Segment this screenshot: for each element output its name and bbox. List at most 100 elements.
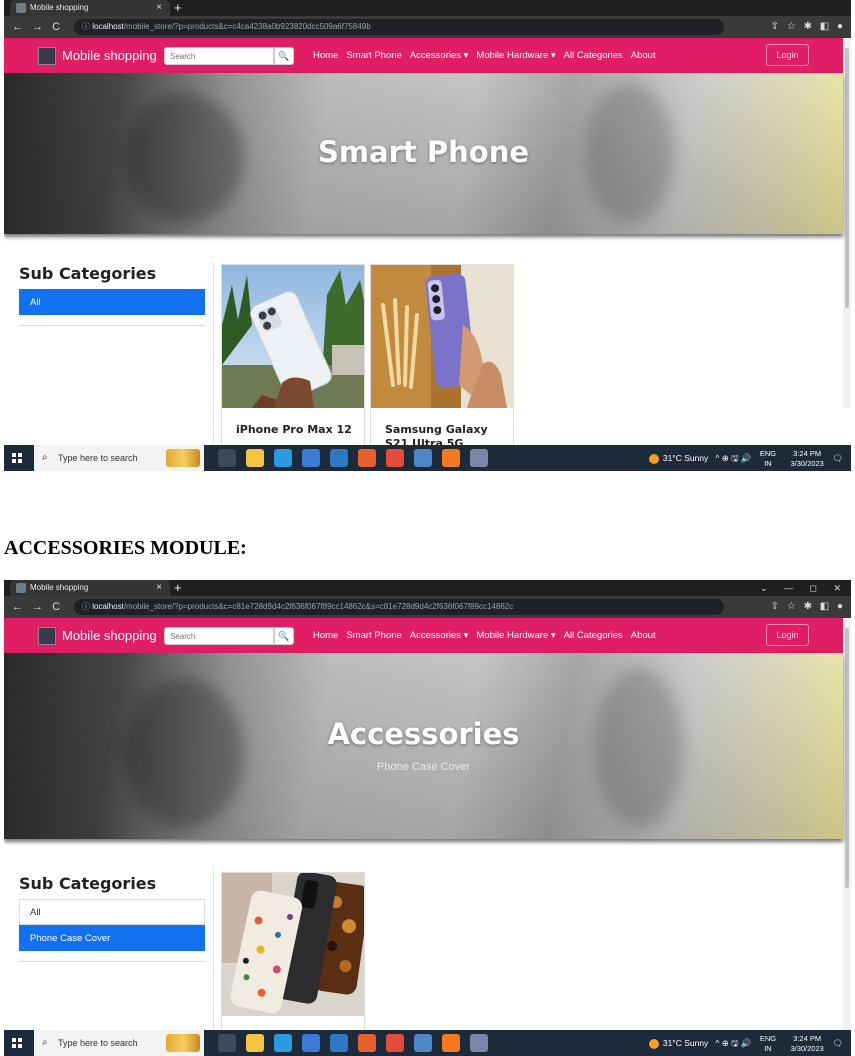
edge-icon[interactable] [274,1034,292,1052]
window-controls[interactable]: ⌄ — ◻ ✕ [760,580,841,596]
nav-about[interactable]: About [631,50,656,61]
clock[interactable]: 3:24 PM 3/30/2023 [790,449,823,469]
subcategory-all[interactable]: All [19,899,205,925]
tab-close-icon[interactable]: × [156,580,162,596]
taskbar-search-icon: ⌕ [42,452,48,463]
tray-icons[interactable]: ^ ⊕ 🖫 🔊 [715,1038,751,1048]
subcategory-all[interactable]: All [19,289,205,315]
taskbar-search[interactable]: ⌕ Type here to search [34,1030,204,1056]
clock[interactable]: 3:24 PM 3/30/2023 [790,1034,823,1054]
notification-icon[interactable]: 🗨 [832,1038,843,1048]
extension-icons[interactable]: ⇪ ☆ ✱ ◧ ● [771,596,843,618]
firefox-icon[interactable] [358,1034,376,1052]
tray-icons[interactable]: ^ ⊕ 🖫 🔊 [715,453,751,463]
weather-text[interactable]: 31°C Sunny [663,1038,708,1048]
xampp-icon[interactable] [442,1034,460,1052]
nav-all-categories[interactable]: All Categories [564,630,623,641]
module-heading: ACCESSORIES MODULE: [4,537,247,559]
column-divider [213,262,214,448]
page-scrollbar[interactable] [843,618,851,1030]
new-tab-button[interactable]: + [174,580,182,596]
subcategory-phone-case-cover[interactable]: Phone Case Cover [19,925,205,951]
chrome-profile-icon[interactable] [414,1034,432,1052]
nav-mobile-hardware[interactable]: Mobile Hardware ▾ [476,50,555,61]
chrome-profile-icon[interactable] [414,449,432,467]
chrome-icon[interactable] [386,449,404,467]
scrollbar-thumb[interactable] [845,628,849,888]
nav-smart-phone[interactable]: Smart Phone [346,50,401,61]
nav-buttons[interactable]: ← → C [12,16,60,38]
taskbar-apps [218,1034,488,1052]
notepad-icon[interactable] [470,1034,488,1052]
taskbar-apps [218,449,488,467]
nav-accessories[interactable]: Accessories ▾ [410,50,469,61]
product-card[interactable]: iPhone Pro Max 12 [221,264,365,454]
store-icon[interactable] [302,449,320,467]
task-view-icon[interactable] [218,449,236,467]
nav-mobile-hardware[interactable]: Mobile Hardware ▾ [476,630,555,641]
file-explorer-icon[interactable] [246,1034,264,1052]
extension-icons[interactable]: ⇪ ☆ ✱ ◧ ● [771,16,843,38]
edge-icon[interactable] [274,449,292,467]
favicon-icon [16,3,26,13]
address-bar: ← → C ⓘ localhost/mobile_store/?p=produc… [4,596,851,618]
nav-smart-phone[interactable]: Smart Phone [346,630,401,641]
brand[interactable]: Mobile shopping [38,626,157,646]
product-image-phone-cases[interactable] [222,873,364,1016]
url-field[interactable]: ⓘ localhost/mobile_store/?p=products&c=c… [74,599,724,615]
notepad-icon[interactable] [470,449,488,467]
notification-icon[interactable]: 🗨 [832,453,843,463]
scrollbar-thumb[interactable] [845,48,849,308]
page-scrollbar[interactable] [843,38,851,408]
nav-accessories[interactable]: Accessories ▾ [410,630,469,641]
new-tab-button[interactable]: + [174,0,182,16]
firefox-icon[interactable] [358,449,376,467]
search-button[interactable]: 🔍 [274,47,294,65]
search-input[interactable] [164,47,274,65]
search-button[interactable]: 🔍 [274,627,294,645]
nav-about[interactable]: About [631,630,656,641]
product-image-samsung[interactable] [371,265,513,408]
file-explorer-icon[interactable] [246,449,264,467]
nav-buttons[interactable]: ← → C [12,596,60,618]
language-indicator[interactable]: ENG IN [760,1034,776,1054]
tab-close-icon[interactable]: × [156,0,162,16]
mail-icon[interactable] [330,1034,348,1052]
search-input[interactable] [164,627,274,645]
login-button[interactable]: Login [766,624,809,646]
nav-all-categories[interactable]: All Categories [564,50,623,61]
system-tray: 31°C Sunny ^ ⊕ 🖫 🔊 ENG IN 3:24 PM 3/30/202… [648,445,843,471]
taskbar-search-placeholder: Type here to search [58,1038,138,1048]
windows-start-icon[interactable] [12,1038,22,1048]
brand-name: Mobile shopping [62,628,157,643]
sub-categories-title: Sub Categories [19,874,157,893]
url-field[interactable]: ⓘ localhost/mobile_store/?p=products&c=c… [74,19,724,35]
nav-links: Home Smart Phone Accessories ▾ Mobile Ha… [313,38,656,73]
language-indicator[interactable]: ENG IN [760,449,776,469]
brand-logo-icon [38,47,56,65]
search-highlight-icon [166,449,200,467]
product-card[interactable] [221,872,365,1032]
browser-tab[interactable]: Mobile shopping × [10,580,170,596]
weather-text[interactable]: 31°C Sunny [663,453,708,463]
mail-icon[interactable] [330,449,348,467]
windows-start-icon[interactable] [12,453,22,463]
product-card[interactable]: Samsung Galaxy S21 Ultra 5G [370,264,514,454]
windows-taskbar: ⌕ Type here to search 31°C Sunny ^ ⊕ 🖫 🔊… [4,1030,851,1056]
store-icon[interactable] [302,1034,320,1052]
browser-tab[interactable]: Mobile shopping × [10,0,170,16]
product-title[interactable]: iPhone Pro Max 12 [236,423,356,437]
xampp-icon[interactable] [442,449,460,467]
taskbar-search-placeholder: Type here to search [58,453,138,463]
task-view-icon[interactable] [218,1034,236,1052]
search-form: 🔍 [164,627,294,645]
brand[interactable]: Mobile shopping [38,46,157,66]
nav-home[interactable]: Home [313,50,338,61]
product-image-iphone[interactable] [222,265,364,408]
info-icon: ⓘ [82,602,90,611]
browser-tab-strip: Mobile shopping × + ⌄ — ◻ ✕ [4,580,851,596]
login-button[interactable]: Login [766,44,809,66]
chrome-icon[interactable] [386,1034,404,1052]
nav-home[interactable]: Home [313,630,338,641]
taskbar-search[interactable]: ⌕ Type here to search [34,445,204,471]
